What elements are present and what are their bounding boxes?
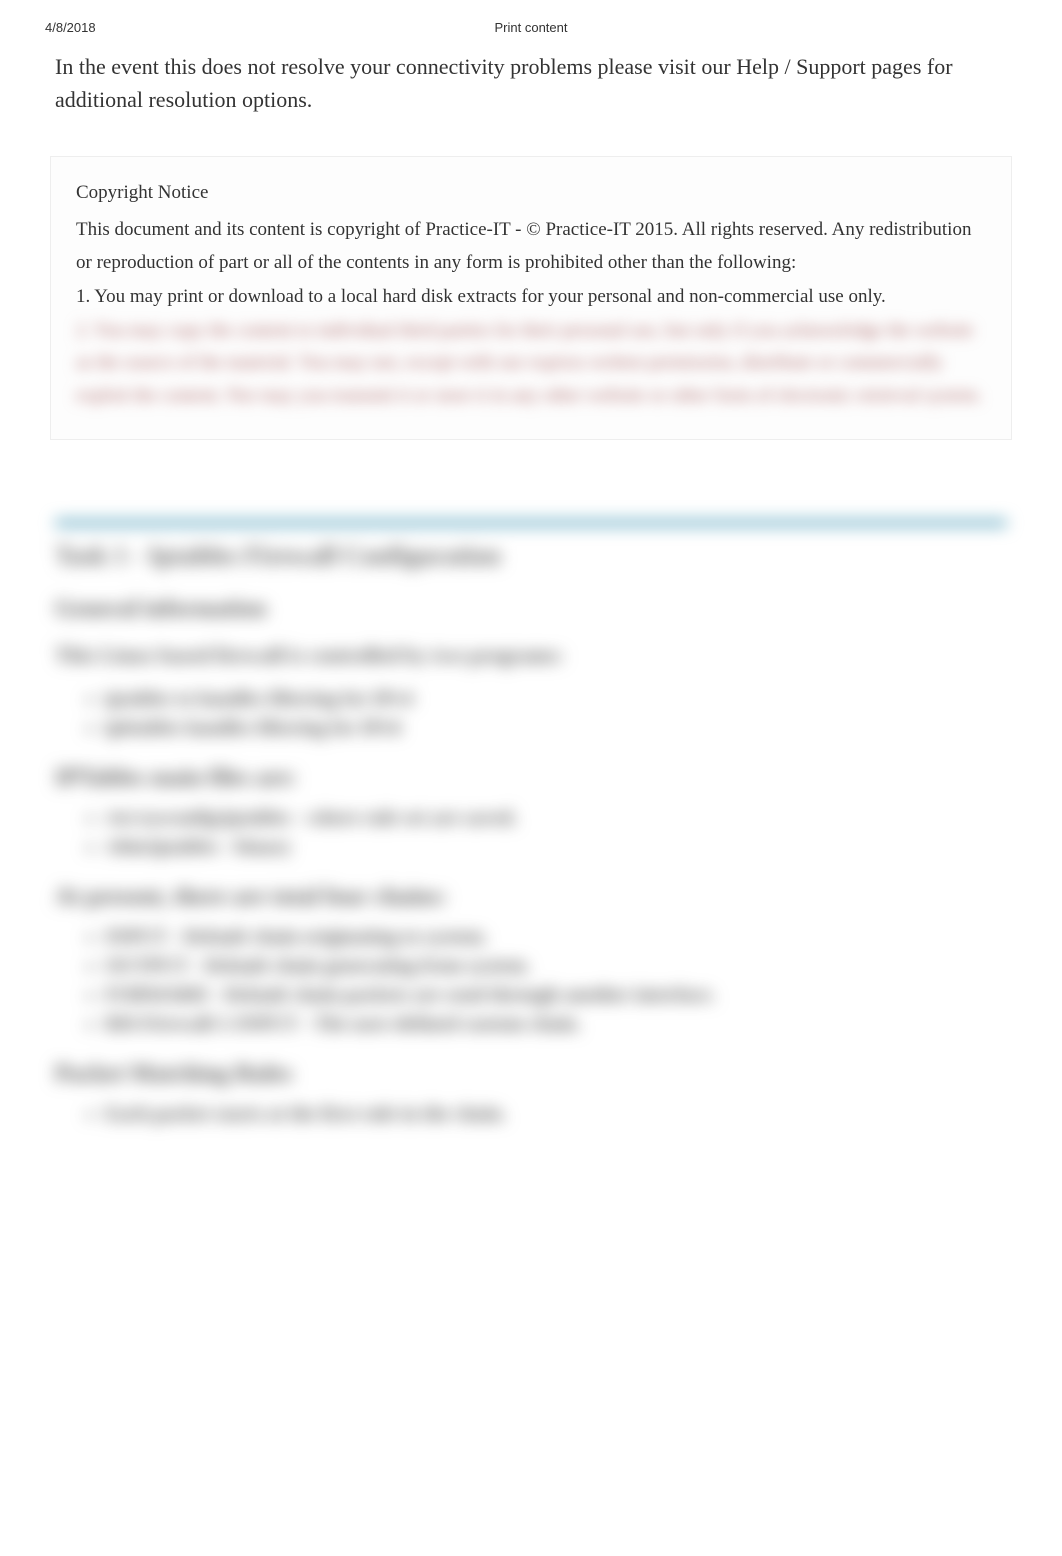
list-item: OUTPUT - Default chain generating from s… — [105, 955, 1007, 978]
list-item: /sbin/iptables - binary — [105, 836, 1007, 859]
section-divider — [55, 520, 1007, 526]
heading-general: General information — [55, 596, 1007, 623]
copyright-body: This document and its content is copyrig… — [76, 214, 986, 279]
paragraph-linux: This Linux based firewall is controlled … — [55, 643, 1007, 668]
copyright-notice-box: Copyright Notice This document and its c… — [50, 156, 1012, 440]
task-title: Task 1 - Iptables Firewall Configuration — [55, 541, 1007, 571]
print-header: 4/8/2018 Print content — [0, 0, 1062, 45]
intro-paragraph: In the event this does not resolve your … — [0, 45, 1062, 146]
header-title: Print content — [369, 20, 693, 35]
rules-list: Each packet starts at the first rule in … — [55, 1103, 1007, 1126]
heading-rules: Packet Matching Rules — [55, 1061, 1007, 1088]
heading-chains: At present, there are total four chains: — [55, 884, 1007, 911]
copyright-item-1: 1. You may print or download to a local … — [76, 281, 986, 313]
copyright-title: Copyright Notice — [76, 177, 986, 209]
list-item: Each packet starts at the first rule in … — [105, 1103, 1007, 1126]
list-item: RH-Firewall-1-INPUT - The user-defined c… — [105, 1013, 1007, 1036]
heading-mainfiles: IPTables main files are: — [55, 765, 1007, 792]
list-item: ip6tables handles filtering for IPv6 — [105, 717, 1007, 740]
list-item: /etc/sysconfig/iptables - where rule set… — [105, 807, 1007, 830]
blurred-content: Task 1 - Iptables Firewall Configuration… — [0, 480, 1062, 1171]
chains-list: INPUT - Default chain originating to sys… — [55, 926, 1007, 1036]
list-item: FORWARD - Default chain packets are send… — [105, 984, 1007, 1007]
list-item: iptables to handles filtering for IPv4 — [105, 688, 1007, 711]
programs-list: iptables to handles filtering for IPv4 i… — [55, 688, 1007, 740]
copyright-item-2-blurred: 2. You may copy the content to individua… — [76, 315, 986, 412]
header-date: 4/8/2018 — [45, 20, 369, 35]
files-list: /etc/sysconfig/iptables - where rule set… — [55, 807, 1007, 859]
list-item: INPUT - Default chain originating to sys… — [105, 926, 1007, 949]
